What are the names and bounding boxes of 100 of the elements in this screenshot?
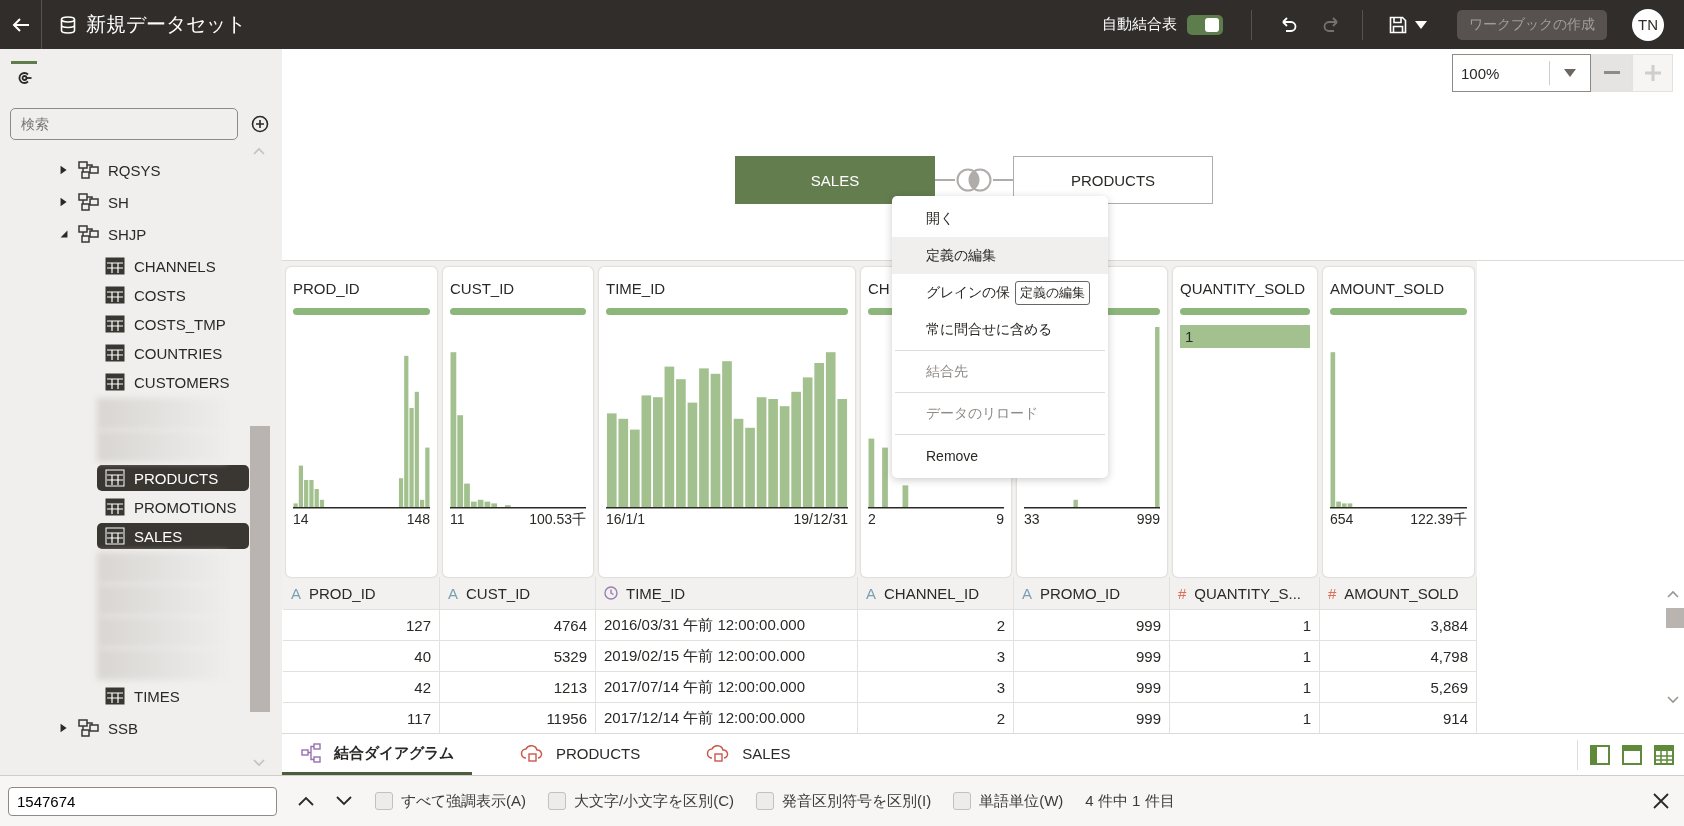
table-cell: 2019/02/15 午前 12:00:00.000 <box>596 640 858 671</box>
cloud-icon <box>706 743 731 763</box>
checkbox[interactable] <box>375 792 393 810</box>
column-header[interactable]: QUANTITY_S... <box>1194 584 1302 602</box>
type-icon: A <box>1022 584 1032 602</box>
table-cell: 2016/03/31 午前 12:00:00.000 <box>596 609 858 640</box>
caret-icon <box>1564 69 1576 77</box>
search-field[interactable]: 検索 <box>10 108 238 140</box>
table-cell: 999 <box>1014 671 1170 702</box>
axis-max-label: 148 <box>406 511 430 527</box>
bottom-tab[interactable]: PRODUCTS <box>502 734 659 775</box>
histogram-bar <box>882 447 888 507</box>
column-header[interactable]: AMOUNT_SOLD <box>1344 584 1459 602</box>
type-icon: # <box>1178 584 1187 602</box>
top-panel-icon[interactable] <box>1622 744 1642 765</box>
connection-icon[interactable] <box>16 70 32 86</box>
checkbox[interactable] <box>756 792 774 810</box>
schema-label[interactable]: SHJP <box>108 225 147 243</box>
menu-item[interactable]: グレインの保 <box>892 274 1010 311</box>
toggle-label: 自動結合表 <box>1102 15 1177 34</box>
type-icon: A <box>448 584 458 602</box>
table-item[interactable]: CHANNELS <box>97 253 249 279</box>
left-panel-icon[interactable] <box>1590 744 1610 765</box>
column-header[interactable]: CUST_ID <box>466 584 531 602</box>
type-icon: # <box>1328 584 1337 602</box>
table-item[interactable]: PRODUCTS <box>97 465 249 491</box>
back-icon[interactable] <box>11 16 30 33</box>
bottom-tab[interactable]: SALES <box>688 734 809 775</box>
table-cell: 1 <box>1170 609 1320 640</box>
checkbox-label[interactable]: 単語単位(W) <box>979 791 1064 811</box>
scrollbar-thumb[interactable] <box>250 426 270 712</box>
schema-icon <box>78 161 100 179</box>
table-cell: 999 <box>1014 609 1170 640</box>
card-title: CUST_ID <box>450 280 515 297</box>
checkbox-label[interactable]: すべて強調表示(A) <box>401 791 526 811</box>
table-icon <box>105 527 125 545</box>
table-cell: 40 <box>283 640 440 671</box>
column-header[interactable]: CHANNEL_ID <box>884 584 980 602</box>
menu-item[interactable]: 常に問合せに含める <box>892 311 1052 348</box>
histogram-bar <box>902 485 909 507</box>
table-icon <box>105 469 125 487</box>
table-cell: 2017/12/14 午前 12:00:00.000 <box>596 702 858 733</box>
match-count: 4 件中 1 件目 <box>1085 791 1175 811</box>
checkbox-label[interactable]: 大文字/小文字を区別(C) <box>574 791 734 811</box>
menu-item[interactable]: Remove <box>892 437 979 474</box>
card-title: CH <box>868 280 890 297</box>
table-cell: 5329 <box>440 640 596 671</box>
close-icon[interactable] <box>1652 792 1670 810</box>
table-cell: 11956 <box>440 702 596 733</box>
grid-icon[interactable] <box>1654 744 1674 765</box>
table-cell: 1 <box>1170 702 1320 733</box>
zoom-dropdown[interactable]: 100% <box>1452 54 1591 92</box>
checkbox[interactable] <box>953 792 972 810</box>
scrollbar-thumb[interactable] <box>1666 608 1684 628</box>
save-icon[interactable] <box>1389 15 1407 34</box>
checkbox[interactable] <box>548 792 566 810</box>
table-item[interactable]: PROMOTIONS <box>97 494 249 520</box>
previous-icon[interactable] <box>297 795 315 807</box>
table-item[interactable]: COUNTRIES <box>97 340 249 366</box>
type-icon: A <box>866 584 876 602</box>
next-icon[interactable] <box>335 795 353 807</box>
axis-min-label: 654 <box>1330 511 1354 529</box>
axis-max-label: 999 <box>1136 511 1160 527</box>
axis-min-label: 11 <box>450 511 465 529</box>
find-field[interactable]: 1547674 <box>8 786 277 816</box>
table-cell: 127 <box>283 609 440 640</box>
histogram-bar <box>1073 499 1078 507</box>
axis-max-label: 122.39千 <box>1410 511 1467 529</box>
schema-label[interactable]: SSB <box>108 719 138 737</box>
table-icon <box>105 257 125 275</box>
table-icon <box>105 498 125 516</box>
auto-join-toggle[interactable] <box>1187 14 1223 35</box>
table-icon <box>105 315 125 333</box>
column-header[interactable]: PROMO_ID <box>1040 584 1121 602</box>
join-icon[interactable] <box>955 167 993 193</box>
table-cell: 1 <box>1170 640 1320 671</box>
table-cell: 5,269 <box>1320 671 1477 702</box>
column-header[interactable]: PROD_ID <box>309 584 376 602</box>
schema-label[interactable]: RQSYS <box>108 161 161 179</box>
table-item[interactable]: COSTS <box>97 282 249 308</box>
card-title: QUANTITY_SOLD <box>1180 280 1306 297</box>
checkbox-label[interactable]: 発音区別符号を区別(I) <box>782 791 932 811</box>
schema-label[interactable]: SH <box>108 193 129 211</box>
table-cell: 2 <box>858 609 1014 640</box>
zoom-out-button[interactable] <box>1591 54 1632 92</box>
user-avatar[interactable]: TN <box>1632 8 1664 41</box>
table-node[interactable]: PRODUCTS <box>1013 156 1213 204</box>
value-bar: 1 <box>1180 325 1310 348</box>
table-item[interactable]: COSTS_TMP <box>97 311 249 337</box>
menu-item[interactable]: 定義の編集 <box>892 237 1108 274</box>
table-item[interactable]: TIMES <box>97 683 249 709</box>
table-item[interactable]: CUSTOMERS <box>97 369 249 395</box>
caret-icon[interactable] <box>1415 20 1427 29</box>
axis-min-label: 2 <box>868 511 876 527</box>
column-header[interactable]: TIME_ID <box>626 584 686 602</box>
table-cell: 3,884 <box>1320 609 1477 640</box>
table-item[interactable]: SALES <box>97 523 249 549</box>
add-icon[interactable] <box>251 115 269 133</box>
table-node[interactable]: SALES <box>735 156 935 204</box>
table-cell: 42 <box>283 671 440 702</box>
